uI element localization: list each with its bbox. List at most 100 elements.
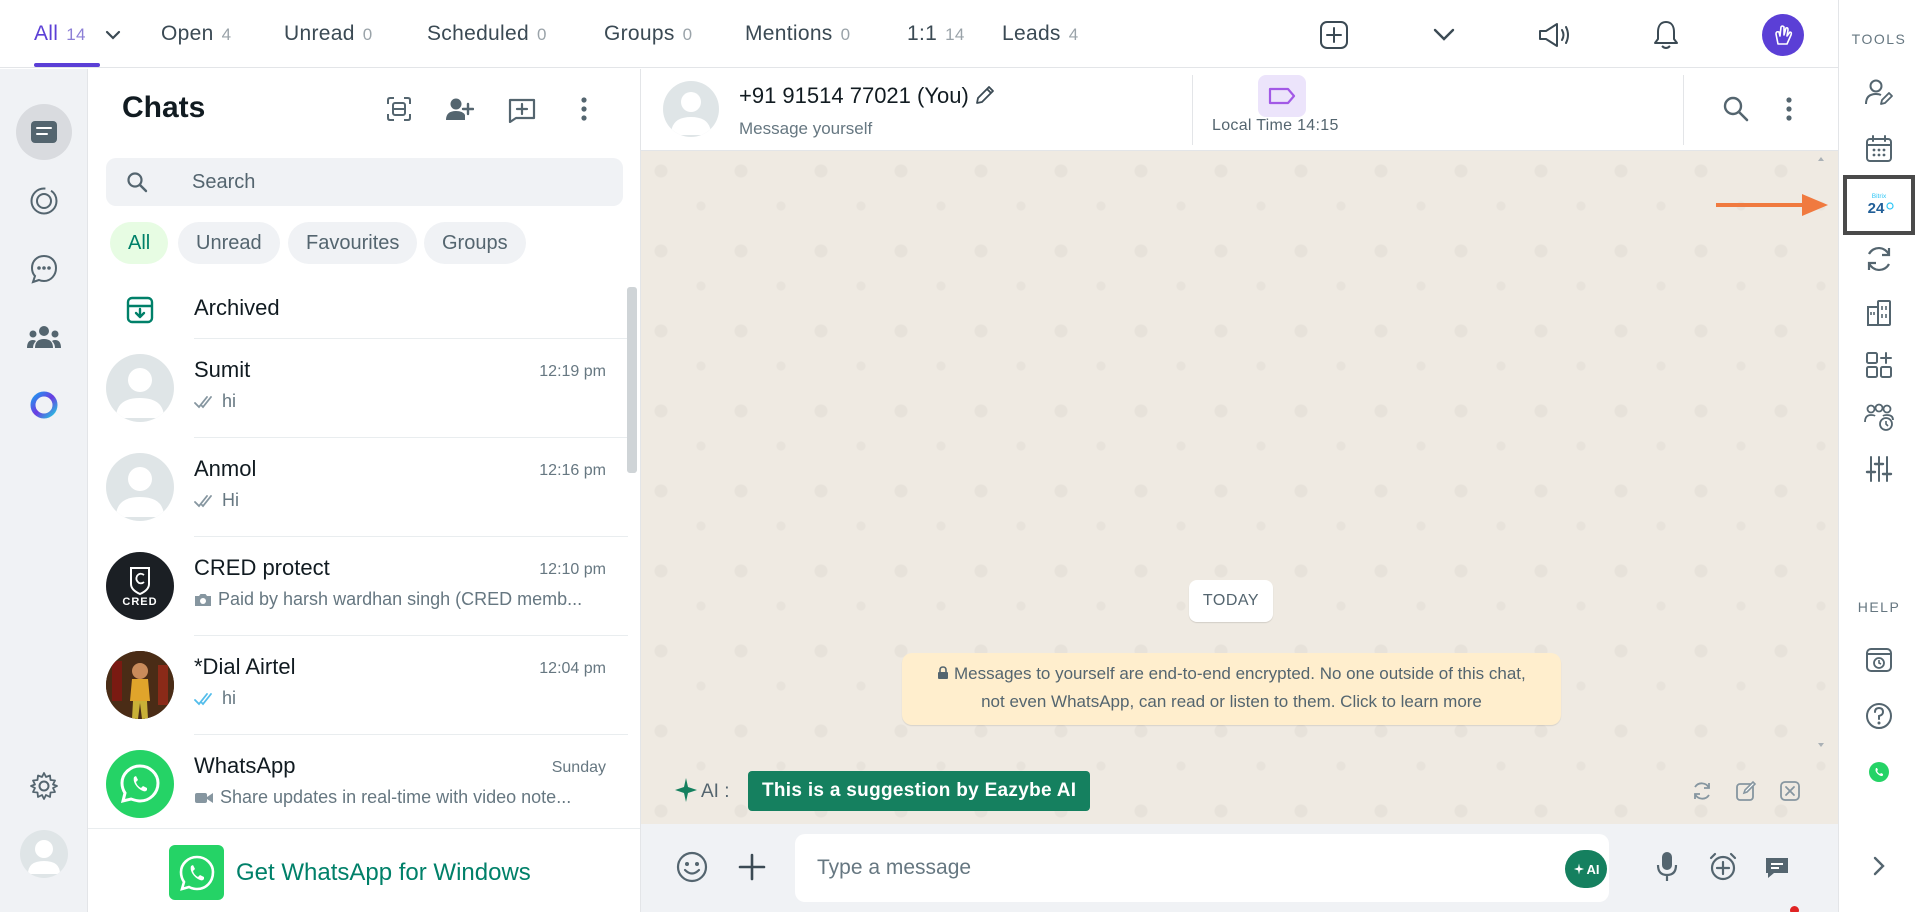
chat-preview: Paid by harsh wardhan singh (CRED memb..… — [194, 589, 614, 610]
chip-unread[interactable]: Unread — [178, 222, 280, 264]
double-tick-icon — [194, 494, 212, 507]
message-composer: AI — [641, 824, 1838, 912]
chats-title: Chats — [122, 91, 206, 124]
emoji-icon[interactable] — [671, 846, 713, 888]
sync-icon[interactable] — [1857, 237, 1901, 281]
ai-suggestion-button[interactable]: This is a suggestion by Eazybe AI — [748, 771, 1091, 811]
add-widget-icon[interactable] — [1857, 343, 1901, 387]
schedule-message-icon[interactable] — [1702, 846, 1744, 888]
top-filter-bar: All 14 Open 4 Unread 0 Scheduled 0 Groups 0 M… — [0, 0, 1838, 68]
chat-name: WhatsApp — [194, 753, 296, 778]
encryption-line-1: Messages to yourself are end-to-end encr… — [902, 660, 1561, 688]
search-icon — [127, 172, 148, 193]
sliders-icon[interactable] — [1857, 447, 1901, 491]
bell-icon[interactable] — [1649, 18, 1683, 52]
filter-tab-unread[interactable]: Unread 0 — [284, 22, 372, 46]
chat-preview: hi — [194, 391, 614, 412]
archived-label: Archived — [194, 295, 280, 320]
user-avatar-icon[interactable] — [1762, 14, 1804, 56]
label-tag-icon[interactable] — [1258, 75, 1306, 117]
megaphone-icon[interactable] — [1537, 18, 1571, 52]
chat-list-panel: Chats All Unread Favourites Groups Archi… — [88, 69, 641, 912]
scroll-up-arrow-icon[interactable] — [1817, 155, 1825, 163]
message-box: AI — [795, 834, 1609, 902]
chat-preview: Share updates in real-time with video no… — [194, 787, 614, 808]
edit-pencil-icon[interactable] — [973, 83, 997, 107]
crm-buildings-icon[interactable] — [1857, 291, 1901, 335]
chat-row-sumit[interactable]: Sumit 12:19 pm hi — [88, 339, 628, 438]
filter-tab-mentions[interactable]: Mentions 0 — [745, 22, 850, 46]
whatsapp-support-icon[interactable] — [1857, 750, 1901, 794]
get-whatsapp-label: Get WhatsApp for Windows — [236, 859, 531, 886]
search-input[interactable] — [192, 158, 592, 206]
archive-icon — [126, 296, 154, 324]
filter-tab-all[interactable]: All 14 — [34, 22, 86, 46]
quick-reply-icon[interactable] — [1756, 846, 1798, 888]
chat-preview: hi — [194, 688, 614, 709]
chat-preview: Hi — [194, 490, 614, 511]
filter-tab-groups[interactable]: Groups 0 — [604, 22, 692, 46]
chat-list-scrollbar[interactable] — [627, 287, 637, 473]
filter-tab-open[interactable]: Open 4 — [161, 22, 231, 46]
add-contact-icon[interactable] — [441, 91, 477, 127]
chevron-down-icon[interactable] — [1427, 18, 1461, 52]
chip-favourites[interactable]: Favourites — [288, 222, 418, 264]
chat-time: 12:19 pm — [539, 363, 606, 380]
contact-avatar[interactable] — [663, 81, 719, 137]
profile-icon[interactable] — [20, 830, 68, 878]
channels-icon[interactable] — [22, 247, 66, 291]
eazybe-ai-button[interactable]: AI — [1565, 850, 1607, 888]
history-clock-icon[interactable] — [1857, 638, 1901, 682]
conversation-menu-icon[interactable] — [1771, 91, 1807, 127]
bitrix-24-label: 24 — [1868, 200, 1885, 217]
edit-suggestion-icon[interactable] — [1732, 777, 1760, 805]
chat-time: 12:10 pm — [539, 561, 606, 578]
refresh-suggestion-icon[interactable] — [1688, 777, 1716, 805]
chip-groups[interactable]: Groups — [424, 222, 526, 264]
microphone-icon[interactable] — [1646, 846, 1688, 888]
search-messages-icon[interactable] — [1718, 91, 1754, 127]
header-divider — [1683, 75, 1684, 145]
new-chat-icon[interactable] — [504, 91, 540, 127]
camera-icon — [195, 594, 211, 606]
contact-edit-icon[interactable] — [1857, 70, 1901, 114]
scan-icon[interactable] — [381, 91, 417, 127]
all-tab-chevron-down-icon[interactable] — [98, 18, 128, 52]
status-icon[interactable] — [22, 179, 66, 223]
pointer-arrow-icon — [1716, 194, 1828, 216]
expand-chevron-right-icon[interactable] — [1857, 844, 1901, 888]
bitrix24-icon[interactable]: Bitrix 24 — [1857, 183, 1901, 227]
chats-icon[interactable] — [16, 104, 72, 160]
active-tab-underline — [34, 63, 100, 67]
filter-tab-one-to-one[interactable]: 1:1 14 — [907, 22, 965, 46]
message-input[interactable] — [817, 834, 1517, 902]
calendar-icon[interactable] — [1857, 127, 1901, 171]
chat-name: Sumit — [194, 357, 251, 382]
chat-row-whatsapp[interactable]: WhatsApp Sunday Share updates in real-ti… — [88, 735, 628, 834]
attach-plus-icon[interactable] — [731, 846, 773, 888]
meta-ai-icon[interactable] — [22, 383, 66, 427]
chip-all[interactable]: All — [110, 222, 169, 264]
cred-avatar-text: CRED — [122, 596, 158, 608]
filter-tab-scheduled[interactable]: Scheduled 0 — [427, 22, 547, 46]
chat-row-anmol[interactable]: Anmol 12:16 pm Hi — [88, 438, 628, 537]
chat-time: Sunday — [551, 759, 606, 776]
filter-tab-leads[interactable]: Leads 4 — [1002, 22, 1078, 46]
chat-row-cred-protect[interactable]: CRED CRED protect 12:10 pm Paid by harsh… — [88, 537, 628, 636]
team-schedule-icon[interactable] — [1857, 395, 1901, 439]
photo-avatar — [106, 651, 174, 719]
help-question-icon[interactable] — [1857, 694, 1901, 738]
scroll-down-arrow-icon[interactable] — [1817, 741, 1825, 749]
tools-heading: TOOLS — [1851, 31, 1907, 47]
header-divider — [1192, 75, 1193, 145]
add-square-icon[interactable] — [1317, 18, 1351, 52]
encryption-notice[interactable]: Messages to yourself are end-to-end encr… — [902, 653, 1561, 725]
dismiss-suggestion-icon[interactable] — [1776, 777, 1804, 805]
settings-icon[interactable] — [22, 764, 66, 808]
chat-menu-icon[interactable] — [566, 91, 602, 127]
get-whatsapp-banner[interactable]: Get WhatsApp for Windows — [88, 828, 640, 912]
archived-row[interactable]: Archived — [88, 279, 628, 339]
contact-name[interactable]: +91 91514 77021 (You) — [739, 83, 969, 109]
communities-icon[interactable] — [22, 315, 66, 359]
chat-row-dial-airtel[interactable]: *Dial Airtel 12:04 pm hi — [88, 636, 628, 735]
